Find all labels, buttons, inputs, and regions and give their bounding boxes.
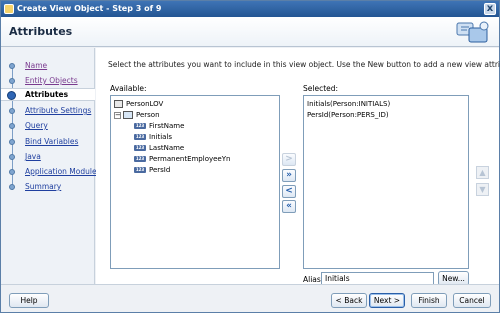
step-dot-icon [9,184,15,190]
nav-step-java[interactable]: Java [1,151,95,163]
page-header: Attributes [1,17,499,47]
nav-step-attribute-settings[interactable]: Attribute Settings [1,105,95,117]
add-attribute-button[interactable]: > [282,153,296,166]
remove-all-button[interactable]: « [282,200,296,213]
nav-step-label: Application Module [25,167,97,176]
wizard-steps-nav: Name Entity Objects Attributes Attribute… [1,48,97,284]
nav-step-query[interactable]: Query [1,120,95,132]
app-icon [4,4,14,14]
nav-step-label: Entity Objects [25,76,78,85]
wizard-graphic-icon [456,21,489,43]
tree-attribute-label: LastName [149,144,185,152]
title-bar: Create View Object - Step 3 of 9 x [1,1,499,17]
available-tree[interactable]: PersonLOV − Person 123 FirstName 123 Initia… [110,95,280,269]
tree-attribute-item[interactable]: 123 Initials [134,132,172,142]
nav-step-label: Java [25,152,41,161]
step-dot-icon [9,154,15,160]
move-down-button[interactable]: ▼ [476,183,489,196]
tree-attribute-label: Initials [149,133,173,141]
nav-step-attributes[interactable]: Attributes [1,88,95,101]
help-button[interactable]: Help [9,293,49,308]
step-current-dot-icon [7,91,16,100]
move-up-button[interactable]: ▲ [476,166,489,179]
attribute-icon: 123 [134,156,146,162]
tree-attribute-item[interactable]: 123 FirstName [134,121,184,131]
instructions-text: Select the attributes you want to includ… [108,60,500,69]
nav-step-label: Summary [25,182,62,191]
tree-attribute-label: PermanentEmployeeYn [149,155,231,163]
tree-attribute-label: PersId [149,166,171,174]
nav-step-label: Bind Variables [25,137,79,146]
attribute-icon: 123 [134,123,146,129]
back-button[interactable]: < Back [331,293,367,308]
nav-step-label: Attributes [25,90,69,99]
tree-root-item[interactable]: PersonLOV [114,99,163,109]
button-bar: Help < Back Next > Finish Cancel [1,284,499,312]
tree-attribute-item[interactable]: 123 PersId [134,165,170,175]
nav-step-entity-objects[interactable]: Entity Objects [1,75,95,87]
wizard-window: Create View Object - Step 3 of 9 x Attri… [0,0,500,313]
close-button[interactable]: x [484,3,496,15]
available-label: Available: [110,84,147,93]
selected-label: Selected: [303,84,339,93]
attribute-icon: 123 [134,134,146,140]
view-object-icon [114,100,123,108]
tree-entity-item[interactable]: − Person [114,110,160,120]
tree-root-label: PersonLOV [126,100,164,108]
tree-attribute-item[interactable]: 123 PermanentEmployeeYn [134,154,230,164]
step-dot-icon [9,123,15,129]
step-dot-icon [9,78,15,84]
nav-step-name[interactable]: Name [1,60,95,72]
attribute-icon: 123 [134,167,146,173]
add-all-button[interactable]: » [282,169,296,182]
nav-step-application-module[interactable]: Application Module [1,166,97,178]
selected-item[interactable]: PersId(Person:PERS_ID) [307,110,389,120]
nav-step-label: Attribute Settings [25,106,92,115]
page-title: Attributes [9,25,73,38]
step-dot-icon [9,139,15,145]
step-dot-icon [9,63,15,69]
nav-step-label: Name [25,61,48,70]
tree-attribute-label: FirstName [149,122,185,130]
finish-button[interactable]: Finish [411,293,447,308]
remove-attribute-button[interactable]: < [282,185,296,198]
nav-step-summary[interactable]: Summary [1,181,95,193]
cancel-button[interactable]: Cancel [453,293,491,308]
selected-list[interactable]: Initials(Person:INITIALS) PersId(Person:… [303,95,469,269]
next-button[interactable]: Next > [369,293,405,308]
step-dot-icon [9,108,15,114]
attribute-icon: 123 [134,145,146,151]
entity-object-icon [123,111,133,119]
tree-entity-label: Person [136,111,160,119]
nav-step-label: Query [25,121,48,130]
window-title: Create View Object - Step 3 of 9 [17,4,162,13]
step-dot-icon [9,169,15,175]
collapse-icon[interactable]: − [114,111,121,119]
tree-attribute-item[interactable]: 123 LastName [134,143,184,153]
main-panel: Select the attributes you want to includ… [96,48,500,286]
selected-item[interactable]: Initials(Person:INITIALS) [307,99,390,109]
nav-step-bind-variables[interactable]: Bind Variables [1,136,95,148]
